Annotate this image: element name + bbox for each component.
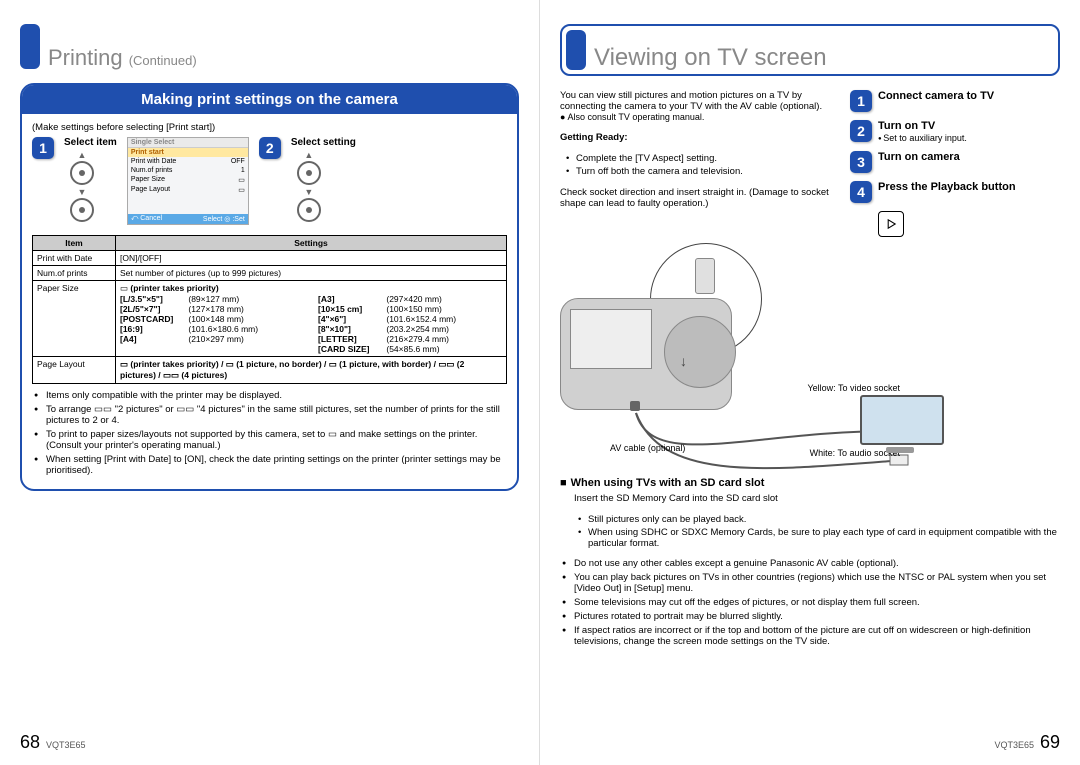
step-row: 2 Turn on TVSet to auxiliary input. [850, 120, 1060, 143]
list-item: When using SDHC or SDXC Memory Cards, be… [588, 527, 1060, 549]
step-label: Connect camera to TV [878, 90, 994, 103]
manual-spread: Printing (Continued) Making print settin… [0, 0, 1080, 765]
title-text: Printing [48, 45, 123, 70]
list-item: Complete the [TV Aspect] setting. [576, 153, 836, 164]
step-label: Turn on camera [878, 151, 960, 164]
page-footer: VQT3E65 69 [994, 732, 1060, 753]
page-title: Viewing on TV screen [560, 24, 1060, 76]
list-item: Turn off both the camera and television. [576, 166, 836, 177]
steps-column: 1 Connect camera to TV 2 Turn on TVSet to … [850, 90, 1060, 237]
table-row: Page Layout ▭ (printer takes priority) /… [33, 357, 507, 384]
camera-illustration: ↓ Yellow: To video socket White: To audi… [560, 243, 800, 443]
step-2-badge: 2 [259, 137, 281, 159]
page-number: 69 [1040, 732, 1060, 753]
intro-text: You can view still pictures and motion p… [560, 90, 836, 112]
step-row: 3 Turn on camera [850, 151, 1060, 173]
settings-table: Item Settings Print with Date [ON]/[OFF]… [32, 235, 507, 384]
step-label: Turn on TV [878, 120, 967, 133]
table-row: Num.of prints Set number of pictures (up… [33, 266, 507, 281]
page-title: Printing (Continued) [20, 24, 519, 69]
playback-icon [878, 211, 904, 237]
step-label: Press the Playback button [878, 181, 1016, 194]
step-badge: 3 [850, 151, 872, 173]
camera-menu-preview: Single Select Print start Print with Dat… [127, 137, 249, 225]
panel-heading: Making print settings on the camera [22, 85, 517, 114]
sd-lead: Insert the SD Memory Card into the SD ca… [560, 493, 1060, 504]
th-settings: Settings [116, 236, 507, 251]
dial-icon: ▲▼ [291, 152, 327, 222]
table-row: Paper Size ▭ (printer takes priority) [L… [33, 281, 507, 357]
doc-id: VQT3E65 [46, 740, 86, 750]
av-cable-label: AV cable (optional) [610, 443, 685, 453]
list-item: You can play back pictures on TVs in oth… [574, 572, 1060, 594]
page-69: Viewing on TV screen You can view still … [540, 0, 1080, 765]
title-tab [20, 24, 40, 69]
title-continued: (Continued) [129, 53, 197, 68]
pre-note: (Make settings before selecting [Print s… [32, 122, 507, 133]
page-number: 68 [20, 732, 40, 753]
page-68: Printing (Continued) Making print settin… [0, 0, 540, 765]
step-1-badge: 1 [32, 137, 54, 159]
list-item: Still pictures only can be played back. [588, 514, 1060, 525]
notes-list: Items only compatible with the printer m… [32, 390, 507, 476]
list-item: When setting [Print with Date] to [ON], … [46, 454, 507, 476]
dial-icon: ▲▼ [64, 152, 100, 222]
step-row: 4 Press the Playback button [850, 181, 1060, 203]
table-row: Print with Date [ON]/[OFF] [33, 251, 507, 266]
notes-list: Do not use any other cables except a gen… [560, 558, 1060, 647]
step-badge: 2 [850, 120, 872, 142]
list-item: Some televisions may cut off the edges o… [574, 597, 1060, 608]
getting-ready-head: Getting Ready: [560, 132, 836, 143]
doc-id: VQT3E65 [994, 740, 1034, 750]
yellow-label: Yellow: To video socket [807, 383, 900, 393]
tv-icon [860, 395, 940, 450]
list-item: Pictures rotated to portrait may be blur… [574, 611, 1060, 622]
connection-diagram: ↓ Yellow: To video socket White: To audi… [560, 243, 1060, 443]
list-item: To print to paper sizes/layouts not supp… [46, 429, 507, 451]
title-tab [566, 30, 586, 70]
step-row: 1 Connect camera to TV [850, 90, 1060, 112]
list-item: Items only compatible with the printer m… [46, 390, 507, 401]
step-badge: 1 [850, 90, 872, 112]
step-1-label: Select item [64, 137, 117, 148]
step-row: 1 Select item ▲▼ Single Select Print sta… [32, 137, 507, 225]
list-item: To arrange ▭▭ "2 pictures" or ▭▭ "4 pict… [46, 404, 507, 426]
print-settings-panel: Making print settings on the camera (Mak… [20, 83, 519, 491]
page-footer: 68 VQT3E65 [20, 732, 86, 753]
list-item: If aspect ratios are incorrect or if the… [574, 625, 1060, 647]
title-text: Viewing on TV screen [594, 45, 827, 70]
intro-column: You can view still pictures and motion p… [560, 90, 836, 237]
th-item: Item [33, 236, 116, 251]
step-sub: Set to auxiliary input. [878, 133, 967, 143]
socket-note: Check socket direction and insert straig… [560, 187, 836, 209]
step-badge: 4 [850, 181, 872, 203]
step-2-label: Select setting [291, 137, 356, 148]
list-item: Do not use any other cables except a gen… [574, 558, 1060, 569]
